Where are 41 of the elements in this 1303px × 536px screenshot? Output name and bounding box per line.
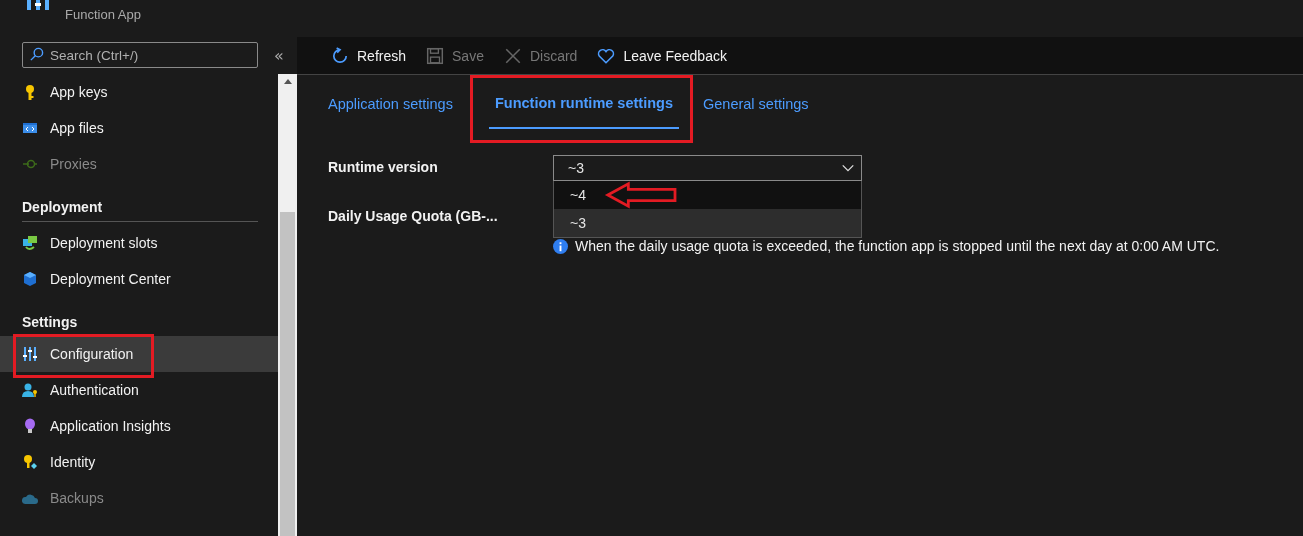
resource-type: Function App (65, 7, 141, 22)
section-heading: Deployment (21, 198, 104, 217)
scrollbar-thumb[interactable] (280, 212, 295, 536)
close-icon (503, 46, 522, 65)
nav-item[interactable]: App keys (0, 74, 278, 110)
dropdown-option[interactable]: ~3 (554, 209, 861, 237)
key-icon (22, 454, 38, 470)
dropdown[interactable]: ~3 (553, 155, 862, 181)
nav-item[interactable]: Application Insights (0, 408, 278, 444)
dropdown-option[interactable]: ~4 (554, 181, 861, 209)
collapse-button[interactable]: « (274, 45, 284, 65)
heart-icon (597, 46, 616, 65)
toolbar-button[interactable]: Leave Feedback (597, 46, 727, 65)
code-file-icon (22, 120, 38, 136)
tab[interactable]: Function runtime settings (488, 79, 679, 129)
nav-item[interactable]: Configuration (0, 336, 278, 372)
nav-item[interactable]: Identity (0, 444, 278, 480)
search-icon (29, 47, 44, 62)
scrollbar[interactable] (278, 74, 297, 536)
lightbulb-icon (22, 418, 38, 434)
search-field[interactable]: Search (Ctrl+/) (22, 42, 258, 68)
info-text: When the daily usage quota is exceeded, the function app is stopped until the next day at 0:00 AM UTC. (575, 238, 1220, 254)
cube-icon (22, 271, 38, 287)
refresh-icon (331, 46, 349, 65)
nav-item[interactable]: App files (0, 110, 278, 146)
save-icon (426, 46, 445, 65)
info-icon (553, 238, 568, 254)
nav-item[interactable]: Deployment slots (0, 225, 278, 261)
person-key-icon (22, 382, 38, 398)
toolbar-button[interactable]: Refresh (331, 46, 407, 65)
scroll-up-icon[interactable] (283, 79, 292, 84)
nav-item[interactable]: Authentication (0, 372, 278, 408)
tab[interactable]: General settings (702, 79, 821, 129)
slots-icon (22, 235, 38, 251)
field-label: Daily Usage Quota (GB-... (328, 207, 499, 224)
tab[interactable]: Application settings (328, 79, 465, 129)
field-label: Runtime version (328, 158, 439, 175)
section-heading: Settings (21, 313, 79, 332)
nav-item[interactable]: Deployment Center (0, 261, 278, 297)
sliders-icon (22, 346, 38, 362)
sliders-icon (25, 0, 51, 10)
